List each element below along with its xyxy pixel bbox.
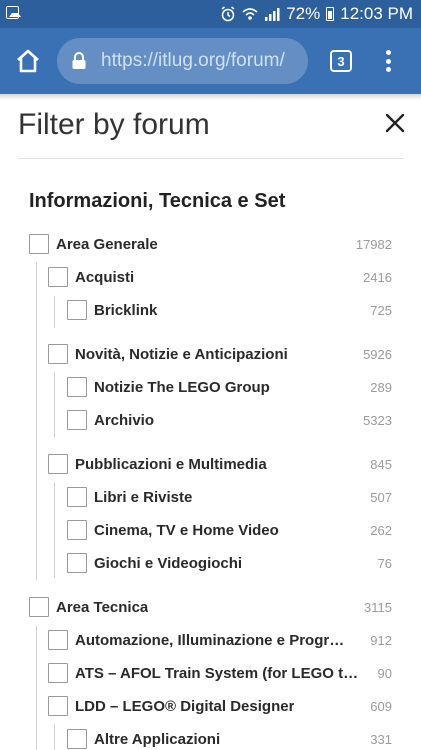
forum-item[interactable]: Area Generale 17982 [29, 232, 421, 256]
forum-checkbox[interactable] [67, 410, 87, 430]
forum-item[interactable]: Novità, Notizie e Anticipazioni 5926 [48, 342, 421, 366]
forum-count: 5323 [363, 412, 392, 428]
status-icons: 72% 12:03 PM [220, 3, 413, 25]
home-icon[interactable] [14, 47, 42, 75]
forum-item[interactable]: Acquisti 2416 [48, 265, 421, 289]
toolbar-shadow [0, 94, 421, 100]
forum-count: 262 [370, 522, 392, 538]
tree-guide-line [54, 724, 55, 750]
gallery-icon [6, 6, 21, 19]
forum-label: Notizie The LEGO Group [94, 378, 270, 396]
overflow-menu-icon[interactable] [384, 50, 392, 72]
forum-count: 3115 [364, 599, 392, 615]
lock-icon [72, 52, 86, 69]
forum-checkbox[interactable] [48, 344, 68, 364]
forum-count: 725 [370, 302, 392, 318]
forum-checkbox[interactable] [67, 520, 87, 540]
forum-item[interactable]: Automazione, Illuminazione e Programmazi… [48, 628, 421, 652]
tree-guide-line [54, 482, 55, 578]
url-path: /forum/ [225, 50, 285, 71]
forum-count: 90 [377, 665, 392, 681]
forum-checkbox[interactable] [48, 267, 68, 287]
forum-checkbox[interactable] [67, 377, 87, 397]
forum-count: 76 [377, 555, 392, 571]
forum-item[interactable]: Giochi e Videogiochi 76 [67, 551, 421, 575]
forum-item[interactable]: Bricklink 725 [67, 298, 421, 322]
forum-item[interactable]: ATS – AFOL Train System (for LEGO trains… [48, 661, 421, 685]
forum-label: Area Tecnica [56, 598, 149, 616]
close-icon[interactable] [384, 112, 406, 134]
forum-label: Cinema, TV e Home Video [94, 521, 279, 539]
forum-count: 17982 [355, 236, 392, 252]
forum-checkbox[interactable] [48, 696, 68, 716]
forum-item[interactable]: Altre Applicazioni 331 [67, 727, 421, 750]
tab-count: 3 [337, 53, 345, 69]
forum-checkbox[interactable] [67, 487, 87, 507]
forum-count: 609 [370, 698, 392, 714]
tree-guide-line [36, 262, 37, 580]
url-scheme: https://itlug.org [101, 50, 226, 71]
clock-time: 12:03 PM [340, 4, 413, 23]
forum-checkbox[interactable] [67, 729, 87, 749]
forum-label: Bricklink [94, 301, 158, 319]
forum-label: Automazione, Illuminazione e Programmazi… [75, 631, 351, 649]
section-title: Informazioni, Tecnica e Set [29, 190, 286, 212]
forum-item[interactable]: Libri e Riviste 507 [67, 485, 421, 509]
forum-checkbox[interactable] [29, 597, 49, 617]
panel-title: Filter by forum [18, 108, 210, 141]
forum-label: Libri e Riviste [94, 488, 193, 506]
forum-checkbox[interactable] [29, 234, 49, 254]
forum-label: Giochi e Videogiochi [94, 554, 243, 572]
forum-label: Pubblicazioni e Multimedia [75, 455, 267, 473]
tabs-icon[interactable]: 3 [330, 50, 352, 72]
forum-checkbox[interactable] [48, 454, 68, 474]
forum-checkbox[interactable] [48, 630, 68, 650]
forum-label: Novità, Notizie e Anticipazioni [75, 345, 288, 363]
forum-count: 912 [370, 632, 392, 648]
forum-item[interactable]: Archivio 5323 [67, 408, 421, 432]
title-divider [18, 158, 404, 159]
forum-count: 845 [370, 456, 392, 472]
forum-count: 2416 [363, 269, 392, 285]
forum-label: LDD – LEGO® Digital Designer [75, 697, 295, 715]
address-bar[interactable]: https://itlug.org/forum/ [57, 38, 308, 84]
forum-count: 507 [370, 489, 392, 505]
wifi-icon [242, 8, 258, 20]
battery-icon [326, 7, 335, 21]
url-text: https://itlug.org/forum/ [101, 50, 285, 72]
forum-count: 289 [370, 379, 392, 395]
forum-item[interactable]: Notizie The LEGO Group 289 [67, 375, 421, 399]
tree-guide-line [54, 296, 55, 328]
tree-guide-line [54, 372, 55, 438]
forum-checkbox[interactable] [48, 663, 68, 683]
forum-item[interactable]: Cinema, TV e Home Video 262 [67, 518, 421, 542]
alarm-icon [221, 6, 235, 22]
forum-label: Acquisti [75, 268, 135, 286]
forum-item[interactable]: Pubblicazioni e Multimedia 845 [48, 452, 421, 476]
battery-percent: 72% [286, 4, 321, 23]
forum-label: Archivio [94, 411, 155, 429]
forum-label: Altre Applicazioni [94, 730, 221, 748]
status-bar: 72% 12:03 PM [0, 0, 421, 28]
forum-count: 5926 [363, 346, 392, 362]
signal-icon [265, 8, 280, 21]
forum-label: Area Generale [56, 235, 158, 253]
browser-toolbar: https://itlug.org/forum/ 3 [0, 28, 421, 94]
tree-guide-line [36, 626, 37, 750]
forum-count: 331 [370, 731, 392, 747]
forum-checkbox[interactable] [67, 553, 87, 573]
forum-label: ATS – AFOL Train System (for LEGO trains… [75, 664, 361, 682]
forum-item[interactable]: Area Tecnica 3115 [29, 595, 421, 619]
forum-item[interactable]: LDD – LEGO® Digital Designer 609 [48, 694, 421, 718]
forum-checkbox[interactable] [67, 300, 87, 320]
